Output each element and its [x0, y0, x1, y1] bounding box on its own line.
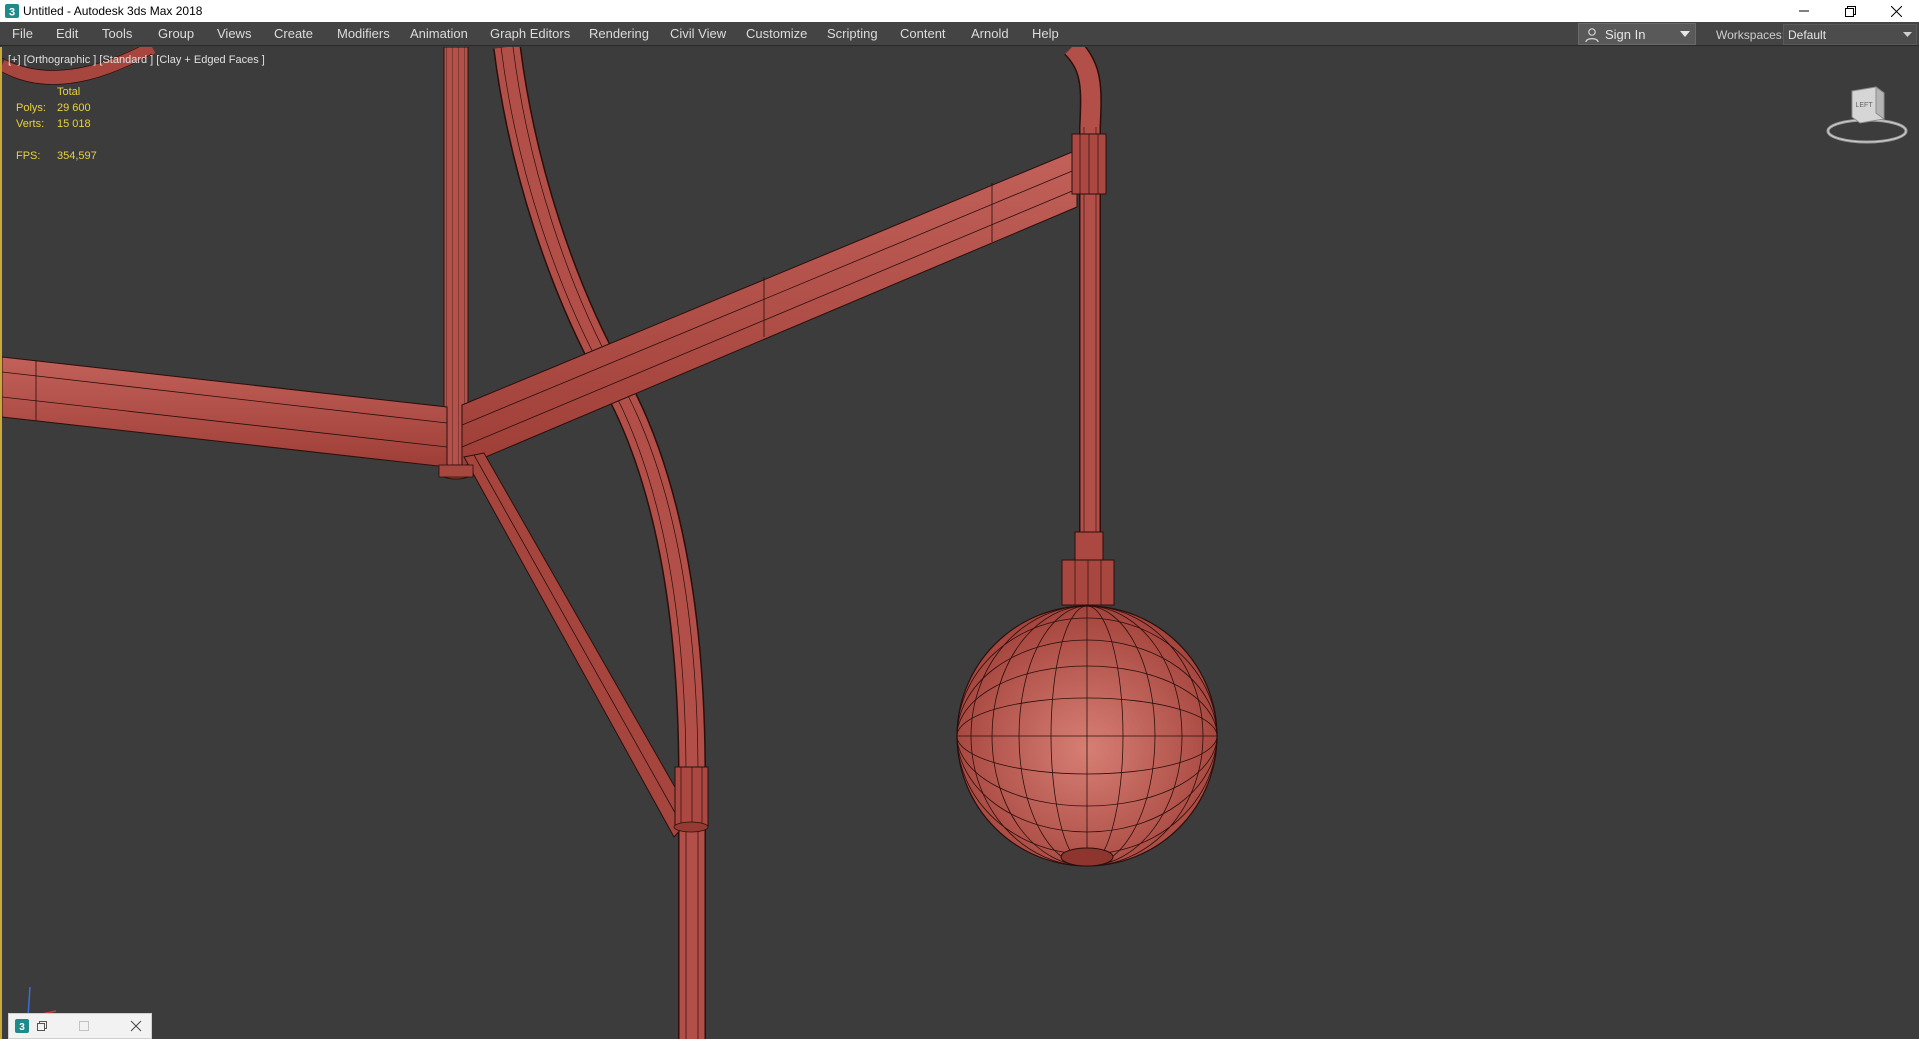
workspaces-value: Default [1788, 28, 1827, 42]
sign-in-button[interactable]: Sign In [1578, 23, 1696, 45]
polys-value: 29 600 [57, 102, 91, 114]
polys-label: Polys: [16, 102, 46, 114]
perspective-viewport[interactable]: [+] [Orthographic ] [Standard ] [Clay + … [0, 47, 1919, 1039]
workspaces-dropdown[interactable]: Default [1783, 24, 1917, 45]
3dsmax-logo-icon: 3 [15, 1019, 29, 1033]
menu-help[interactable]: Help [1032, 26, 1059, 41]
vertical-rod-right [1061, 47, 1115, 606]
chevron-down-icon [1680, 31, 1690, 37]
stats-header: Total [57, 86, 81, 98]
menu-content[interactable]: Content [900, 26, 946, 41]
minimize-button[interactable] [1781, 0, 1827, 22]
menu-group[interactable]: Group [158, 26, 194, 41]
menu-edit[interactable]: Edit [56, 26, 78, 41]
menu-rendering[interactable]: Rendering [589, 26, 649, 41]
menu-customize[interactable]: Customize [746, 26, 807, 41]
menu-graph-editors[interactable]: Graph Editors [490, 26, 570, 41]
pendant-sphere [956, 605, 1218, 867]
menu-civil-view[interactable]: Civil View [670, 26, 726, 41]
menu-modifiers[interactable]: Modifiers [337, 26, 390, 41]
menu-views[interactable]: Views [217, 26, 251, 41]
close-icon[interactable] [129, 1019, 143, 1033]
menu-animation[interactable]: Animation [410, 26, 468, 41]
restore-button[interactable] [1827, 0, 1873, 22]
maximize-icon[interactable] [77, 1019, 91, 1033]
chevron-down-icon [1903, 32, 1912, 37]
menu-file[interactable]: File [12, 26, 33, 41]
viewcube-face-label: LEFT [1855, 102, 1873, 109]
scene-render [2, 47, 1218, 1039]
viewcube[interactable]: LEFT [1822, 79, 1912, 149]
beam-right [461, 149, 1078, 468]
viewport-label[interactable]: [+] [Orthographic ] [Standard ] [Clay + … [8, 54, 265, 66]
menu-scripting[interactable]: Scripting [827, 26, 878, 41]
workspaces-label: Workspaces: [1716, 28, 1786, 42]
minimize-icon [1799, 10, 1809, 12]
close-button[interactable] [1873, 0, 1919, 22]
user-icon [1585, 28, 1599, 43]
beam-left [2, 356, 448, 468]
menu-create[interactable]: Create [274, 26, 313, 41]
minimized-window-tab[interactable]: 3 [8, 1013, 152, 1039]
title-bar: 3 Untitled - Autodesk 3ds Max 2018 [0, 0, 1919, 22]
verts-label: Verts: [16, 118, 45, 130]
menu-tools[interactable]: Tools [102, 26, 132, 41]
svg-text:3: 3 [19, 1022, 25, 1033]
fps-value: 354,597 [57, 150, 97, 162]
sign-in-label: Sign In [1605, 27, 1646, 42]
restore-icon [1844, 5, 1856, 17]
window-title: Untitled - Autodesk 3ds Max 2018 [23, 4, 203, 18]
menu-arnold[interactable]: Arnold [971, 26, 1009, 41]
3dsmax-logo-icon: 3 [5, 4, 19, 19]
tube-collar [673, 766, 709, 833]
svg-text:3: 3 [9, 7, 15, 19]
beam-joint [438, 464, 474, 480]
fps-label: FPS: [16, 150, 41, 162]
close-icon [1890, 5, 1902, 17]
verts-value: 15 018 [57, 118, 91, 130]
restore-icon[interactable] [35, 1019, 49, 1033]
